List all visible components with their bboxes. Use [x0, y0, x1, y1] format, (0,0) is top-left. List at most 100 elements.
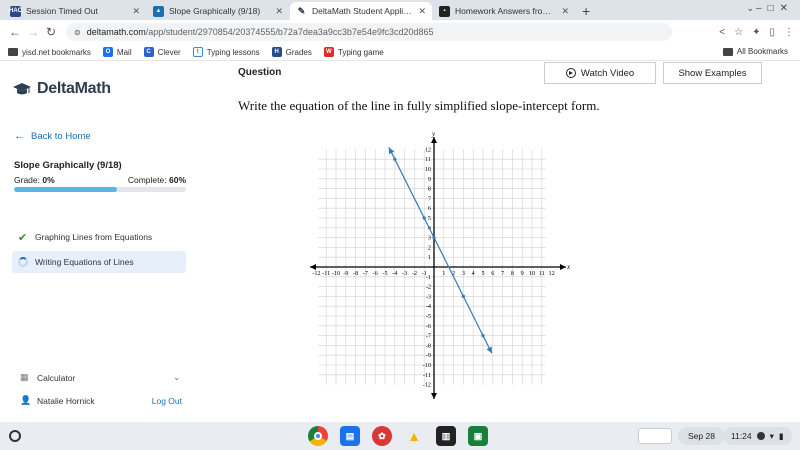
- bookmark-label: Grades: [285, 47, 312, 57]
- menu-icon[interactable]: ⋮: [784, 27, 794, 38]
- screen: HAC Session Timed Out ✕ ▲ Slope Graphica…: [0, 0, 800, 450]
- bookmark-yisd[interactable]: yisd.net bookmarks: [8, 48, 91, 57]
- bookmark-label: Typing lessons: [206, 47, 260, 57]
- forward-arrow-icon[interactable]: →: [24, 25, 42, 39]
- status-tray[interactable]: 11:24 ▾ ▮: [723, 427, 792, 445]
- chrome-icon[interactable]: [308, 426, 328, 446]
- user-row: 👤 Natalie Hornick Log Out: [20, 395, 182, 406]
- bookmark-typing-game[interactable]: W Typing game: [323, 47, 384, 57]
- close-icon[interactable]: ✕: [132, 6, 140, 17]
- x-tick-label: 11: [539, 270, 545, 277]
- date-pill[interactable]: Sep 28: [678, 427, 725, 445]
- folder-icon: [722, 47, 733, 56]
- y-tick-label: -11: [423, 372, 431, 379]
- bookmark-label: Mail: [116, 47, 132, 57]
- tab-search-chevron-icon[interactable]: ⌄: [746, 3, 754, 14]
- address-bar[interactable]: ⊜ deltamath.com/app/student/2970854/2037…: [66, 23, 672, 41]
- tab-slope-graphically[interactable]: ▲ Slope Graphically (9/18) ✕: [147, 2, 289, 20]
- tab-label: Session Timed Out: [26, 6, 98, 16]
- x-axis-arrow-right: [560, 264, 566, 270]
- mortarboard-icon: [13, 83, 31, 95]
- in-progress-icon: [18, 257, 28, 267]
- question-prompt: Write the equation of the line in fully …: [238, 98, 600, 113]
- screenshot-thumbnail[interactable]: [638, 428, 672, 444]
- grade-label: Grade:: [14, 175, 40, 185]
- extensions-icon[interactable]: ✦: [752, 27, 760, 38]
- watch-video-label: Watch Video: [580, 67, 635, 79]
- slides-icon[interactable]: ▣: [468, 426, 488, 446]
- launcher-icon[interactable]: [9, 430, 21, 442]
- calculator-icon: ▦: [20, 372, 29, 382]
- line-point: [481, 334, 485, 338]
- x-tick-label: -3: [402, 270, 407, 277]
- x-tick-label: 7: [501, 270, 504, 277]
- bookmark-grades[interactable]: H Grades: [271, 47, 312, 57]
- back-arrow-icon[interactable]: ←: [6, 25, 24, 39]
- x-tick-label: -7: [363, 270, 368, 277]
- bookmark-mail[interactable]: O Mail: [102, 47, 132, 57]
- game-icon[interactable]: ✿: [372, 426, 392, 446]
- all-bookmarks[interactable]: All Bookmarks: [722, 47, 788, 56]
- y-axis-arrow-down: [431, 393, 437, 399]
- clever-icon: C: [143, 47, 154, 57]
- deltamath-favicon-icon: ✎: [297, 5, 306, 16]
- hac-favicon-icon: HAC: [9, 5, 22, 17]
- x-axis-label: x: [566, 263, 570, 271]
- assignment-title: Slope Graphically (9/18): [14, 160, 122, 171]
- skill-label: Writing Equations of Lines: [35, 257, 134, 267]
- chevron-down-icon: ⌄: [173, 373, 180, 382]
- x-tick-label: -12: [312, 270, 320, 277]
- skill-writing-equations[interactable]: Writing Equations of Lines: [12, 251, 186, 273]
- reload-icon[interactable]: ↻: [42, 25, 60, 39]
- bookmark-label: yisd.net bookmarks: [22, 47, 91, 57]
- site-info-icon[interactable]: ⊜: [74, 28, 81, 37]
- arrow-left-icon: ←: [14, 130, 25, 142]
- skill-graphing-lines[interactable]: ✔ Graphing Lines from Equations: [12, 226, 186, 248]
- bookmark-clever[interactable]: C Clever: [143, 47, 181, 57]
- main-content: Question Watch Video Show Examples Write…: [198, 61, 800, 422]
- watch-video-button[interactable]: Watch Video: [544, 62, 656, 84]
- close-icon[interactable]: ✕: [418, 6, 426, 17]
- progress-bar: [14, 187, 186, 192]
- new-tab-button[interactable]: +: [582, 2, 590, 20]
- tab-deltamath[interactable]: ✎ DeltaMath Student Application ✕: [290, 2, 432, 20]
- notes-icon[interactable]: ▥: [436, 426, 456, 446]
- os-shelf: ▤ ✿ ▲ ▥ ▣ Sep 28 11:24 ▾ ▮: [0, 422, 800, 450]
- line-point: [393, 157, 397, 161]
- deltamath-logo[interactable]: DeltaMath: [12, 80, 111, 98]
- x-tick-label: -4: [392, 270, 397, 277]
- window-controls[interactable]: –□✕: [756, 3, 794, 14]
- star-icon[interactable]: ☆: [734, 27, 743, 38]
- y-tick-label: 8: [428, 186, 431, 193]
- y-tick-label: 6: [428, 205, 431, 212]
- show-examples-button[interactable]: Show Examples: [663, 62, 762, 84]
- calculator-label: Calculator: [37, 372, 76, 383]
- share-icon[interactable]: <: [719, 27, 725, 38]
- tab-session-timed-out[interactable]: HAC Session Timed Out ✕: [4, 2, 146, 20]
- show-examples-label: Show Examples: [678, 67, 747, 79]
- close-icon[interactable]: ✕: [561, 6, 569, 17]
- y-tick-label: 11: [425, 156, 431, 163]
- calculator-toggle[interactable]: ▦ Calculator ⌄: [20, 372, 180, 383]
- back-to-home-link[interactable]: ← Back to Home: [14, 130, 91, 142]
- classroom-icon[interactable]: ▤: [340, 426, 360, 446]
- grade-readout: Grade: 0%: [14, 175, 55, 185]
- y-tick-label: 9: [428, 176, 431, 183]
- side-panel-icon[interactable]: ▯: [769, 27, 775, 38]
- y-tick-label: -12: [423, 382, 431, 389]
- y-tick-label: -5: [426, 313, 431, 320]
- line-point: [422, 216, 426, 220]
- logout-link[interactable]: Log Out: [152, 396, 182, 406]
- play-icon: [565, 68, 576, 78]
- skill-label: Graphing Lines from Equations: [35, 232, 153, 242]
- line-point: [461, 294, 465, 298]
- folder-icon: [8, 48, 18, 56]
- close-icon[interactable]: ✕: [275, 6, 283, 17]
- x-tick-label: -11: [322, 270, 330, 277]
- bookmark-typing-lessons[interactable]: t Typing lessons: [192, 47, 260, 57]
- typing-icon: t: [192, 47, 203, 57]
- drive-icon[interactable]: ▲: [404, 426, 424, 446]
- tab-label: Slope Graphically (9/18): [169, 6, 261, 16]
- y-tick-label: 2: [428, 244, 431, 251]
- tab-homework-answers[interactable]: ▪ Homework Answers from Subje ✕: [433, 2, 575, 20]
